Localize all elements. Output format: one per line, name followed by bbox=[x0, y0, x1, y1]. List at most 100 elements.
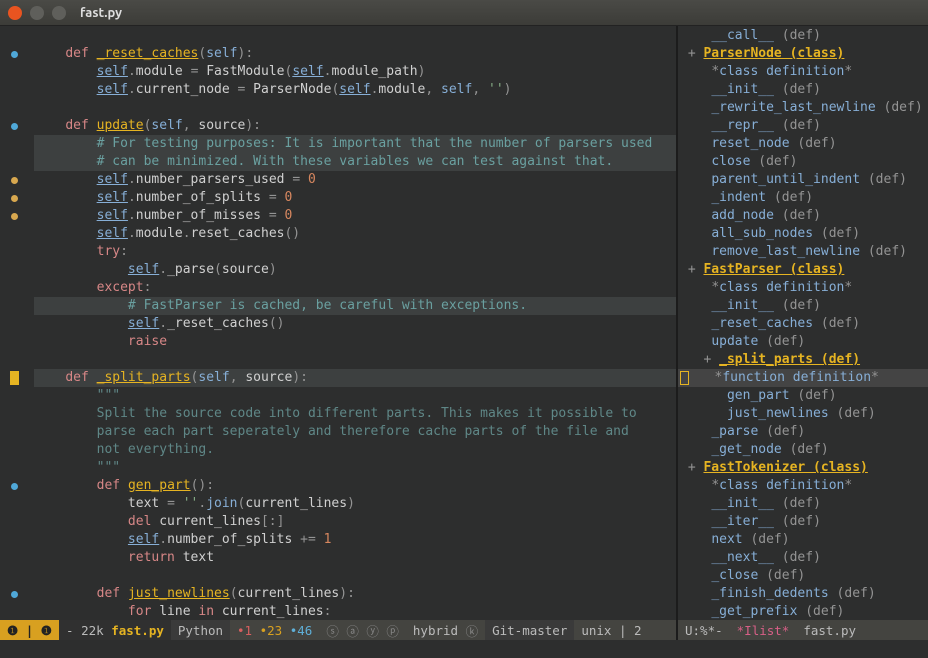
change-marker-icon bbox=[11, 177, 18, 184]
code-line[interactable]: except: bbox=[34, 279, 676, 297]
code-line[interactable]: def _reset_caches(self): bbox=[34, 45, 676, 63]
code-line[interactable] bbox=[34, 99, 676, 117]
code-line[interactable]: not everything. bbox=[34, 441, 676, 459]
outline-item[interactable]: *function definition* bbox=[678, 369, 928, 387]
outline-item[interactable]: *class definition* bbox=[678, 477, 928, 495]
code-line[interactable]: self.number_of_misses = 0 bbox=[34, 207, 676, 225]
code-line[interactable]: return text bbox=[34, 549, 676, 567]
outline-item[interactable]: __init__ (def) bbox=[678, 297, 928, 315]
ml-size: - 22k fast.py bbox=[59, 620, 171, 640]
outline-item[interactable]: __call__ (def) bbox=[678, 27, 928, 45]
code-line[interactable]: self.number_of_splits = 0 bbox=[34, 189, 676, 207]
ml-side-mode: *Ilist* bbox=[730, 620, 797, 640]
outline-item[interactable]: _reset_caches (def) bbox=[678, 315, 928, 333]
outline-item[interactable]: _get_prefix (def) bbox=[678, 603, 928, 620]
outline-item[interactable]: __repr__ (def) bbox=[678, 117, 928, 135]
fold-marker-icon[interactable] bbox=[11, 51, 18, 58]
code-area[interactable]: def _reset_caches(self): self.module = F… bbox=[28, 26, 676, 620]
gutter-row bbox=[0, 45, 28, 63]
outline-item[interactable]: add_node (def) bbox=[678, 207, 928, 225]
outline-item[interactable]: next (def) bbox=[678, 531, 928, 549]
code-line[interactable]: text = ''.join(current_lines) bbox=[34, 495, 676, 513]
code-line[interactable]: raise bbox=[34, 333, 676, 351]
gutter-row bbox=[0, 369, 28, 387]
outline-pane[interactable]: __call__ (def) + ParserNode (class) *cla… bbox=[676, 26, 928, 620]
gutter-row bbox=[0, 387, 28, 405]
outline-item[interactable]: + FastTokenizer (class) bbox=[678, 459, 928, 477]
code-line[interactable]: """ bbox=[34, 459, 676, 477]
code-line[interactable] bbox=[34, 351, 676, 369]
outline-item[interactable]: + _split_parts (def) bbox=[678, 351, 928, 369]
code-line[interactable] bbox=[34, 567, 676, 585]
code-line[interactable]: self._reset_caches() bbox=[34, 315, 676, 333]
modeline-side: U:%*- *Ilist* fast.py bbox=[676, 620, 928, 640]
editor-pane[interactable]: def _reset_caches(self): self.module = F… bbox=[0, 26, 676, 620]
code-line[interactable]: self.number_parsers_used = 0 bbox=[34, 171, 676, 189]
gutter-row bbox=[0, 567, 28, 585]
maximize-icon[interactable] bbox=[52, 6, 66, 20]
fold-marker-icon[interactable] bbox=[11, 483, 18, 490]
gutter-row bbox=[0, 531, 28, 549]
outline-item[interactable]: close (def) bbox=[678, 153, 928, 171]
code-line[interactable]: Split the source code into different par… bbox=[34, 405, 676, 423]
outline-item[interactable]: parent_until_indent (def) bbox=[678, 171, 928, 189]
gutter-row bbox=[0, 585, 28, 603]
code-line[interactable]: self.current_node = ParserNode(self.modu… bbox=[34, 81, 676, 99]
outline-item[interactable]: + FastParser (class) bbox=[678, 261, 928, 279]
outline-item[interactable]: _get_node (def) bbox=[678, 441, 928, 459]
outline-item[interactable]: __init__ (def) bbox=[678, 81, 928, 99]
gutter-row bbox=[0, 315, 28, 333]
code-line[interactable]: del current_lines[:] bbox=[34, 513, 676, 531]
code-line[interactable]: def update(self, source): bbox=[34, 117, 676, 135]
outline-item[interactable]: *class definition* bbox=[678, 63, 928, 81]
fold-marker-icon[interactable] bbox=[11, 123, 18, 130]
outline-item[interactable]: _close (def) bbox=[678, 567, 928, 585]
outline-item[interactable]: all_sub_nodes (def) bbox=[678, 225, 928, 243]
gutter-row bbox=[0, 405, 28, 423]
ml-branch: Git-master bbox=[485, 620, 574, 640]
outline-item[interactable]: _finish_dedents (def) bbox=[678, 585, 928, 603]
gutter-row bbox=[0, 207, 28, 225]
code-line[interactable]: def just_newlines(current_lines): bbox=[34, 585, 676, 603]
code-line[interactable]: parse each part seperately and therefore… bbox=[34, 423, 676, 441]
code-line[interactable]: """ bbox=[34, 387, 676, 405]
outline-item[interactable]: gen_part (def) bbox=[678, 387, 928, 405]
outline-item[interactable]: __next__ (def) bbox=[678, 549, 928, 567]
code-line[interactable]: # FastParser is cached, be careful with … bbox=[34, 297, 676, 315]
gutter-row bbox=[0, 459, 28, 477]
outline-item[interactable]: *class definition* bbox=[678, 279, 928, 297]
code-line[interactable]: for line in current_lines: bbox=[34, 603, 676, 620]
gutter-row bbox=[0, 495, 28, 513]
outline-item[interactable]: __init__ (def) bbox=[678, 495, 928, 513]
code-line[interactable]: # For testing purposes: It is important … bbox=[34, 135, 676, 153]
minibuffer[interactable] bbox=[0, 640, 928, 658]
code-line[interactable]: def _split_parts(self, source): bbox=[34, 369, 676, 387]
gutter-row bbox=[0, 153, 28, 171]
outline-item[interactable]: remove_last_newline (def) bbox=[678, 243, 928, 261]
code-line[interactable] bbox=[34, 27, 676, 45]
code-line[interactable]: self.module.reset_caches() bbox=[34, 225, 676, 243]
code-line[interactable]: self._parse(source) bbox=[34, 261, 676, 279]
fold-marker-icon[interactable] bbox=[11, 591, 18, 598]
code-line[interactable]: self.module = FastModule(self.module_pat… bbox=[34, 63, 676, 81]
ml-side-status: U:%*- bbox=[678, 620, 730, 640]
gutter-row bbox=[0, 261, 28, 279]
ml-side-file: fast.py bbox=[796, 620, 863, 640]
code-line[interactable]: try: bbox=[34, 243, 676, 261]
outline-item[interactable]: just_newlines (def) bbox=[678, 405, 928, 423]
outline-item[interactable]: update (def) bbox=[678, 333, 928, 351]
code-line[interactable]: # can be minimized. With these variables… bbox=[34, 153, 676, 171]
outline-item[interactable]: _rewrite_last_newline (def) bbox=[678, 99, 928, 117]
close-icon[interactable] bbox=[8, 6, 22, 20]
workspace: def _reset_caches(self): self.module = F… bbox=[0, 26, 928, 620]
code-line[interactable]: def gen_part(): bbox=[34, 477, 676, 495]
minimize-icon[interactable] bbox=[30, 6, 44, 20]
ml-minor: ⓢ ⓐ ⓨ ⓟ bbox=[319, 620, 406, 640]
gutter-row bbox=[0, 135, 28, 153]
outline-item[interactable]: _parse (def) bbox=[678, 423, 928, 441]
outline-item[interactable]: _indent (def) bbox=[678, 189, 928, 207]
outline-item[interactable]: __iter__ (def) bbox=[678, 513, 928, 531]
code-line[interactable]: self.number_of_splits += 1 bbox=[34, 531, 676, 549]
outline-item[interactable]: reset_node (def) bbox=[678, 135, 928, 153]
outline-item[interactable]: + ParserNode (class) bbox=[678, 45, 928, 63]
